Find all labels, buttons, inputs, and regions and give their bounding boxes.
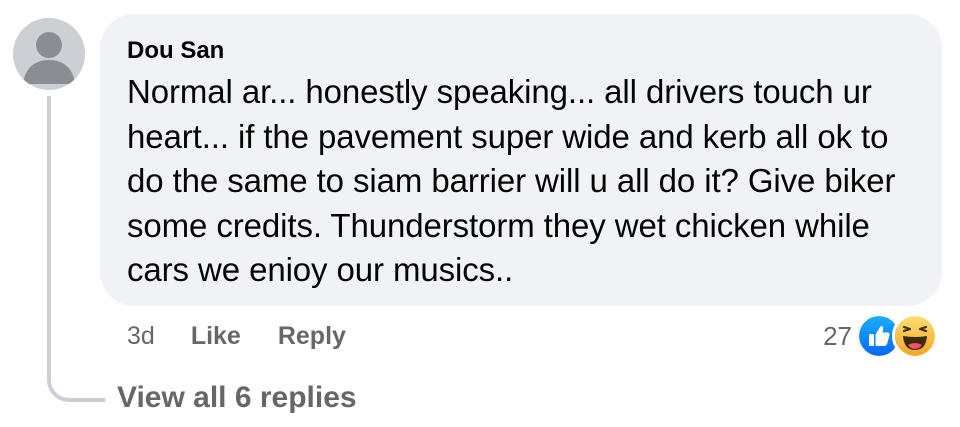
like-button[interactable]: Like bbox=[191, 322, 241, 351]
user-silhouette-icon bbox=[13, 18, 85, 90]
comment-timestamp[interactable]: 3d bbox=[127, 322, 155, 351]
comment-line: some credits. Thunderstorm they wet chic… bbox=[127, 206, 870, 244]
comment-text: Normal ar... honestly speaking... all dr… bbox=[127, 70, 916, 293]
haha-reaction-icon bbox=[892, 313, 938, 359]
avatar[interactable] bbox=[13, 18, 85, 90]
comment-line: Normal ar... honestly speaking... all dr… bbox=[127, 73, 872, 110]
comment-thread: Dou San Normal ar... honestly speaking..… bbox=[0, 0, 960, 427]
comment-bubble: Dou San Normal ar... honestly speaking..… bbox=[100, 14, 942, 306]
comment-line: heart... if the pavement super wide and … bbox=[127, 117, 889, 155]
comment-line: do the same to siam barrier will u all d… bbox=[127, 162, 896, 199]
reaction-count: 27 bbox=[823, 320, 852, 351]
reactions-summary[interactable]: 27 bbox=[823, 313, 938, 359]
comment-line: cars we enioy our musics.. bbox=[127, 251, 514, 288]
comment-actions: 3d Like Reply bbox=[127, 318, 346, 354]
view-all-replies-link[interactable]: View all 6 replies bbox=[117, 378, 357, 418]
thread-connector-line bbox=[47, 96, 105, 402]
comment-author[interactable]: Dou San bbox=[127, 36, 916, 66]
reply-button[interactable]: Reply bbox=[278, 322, 346, 351]
